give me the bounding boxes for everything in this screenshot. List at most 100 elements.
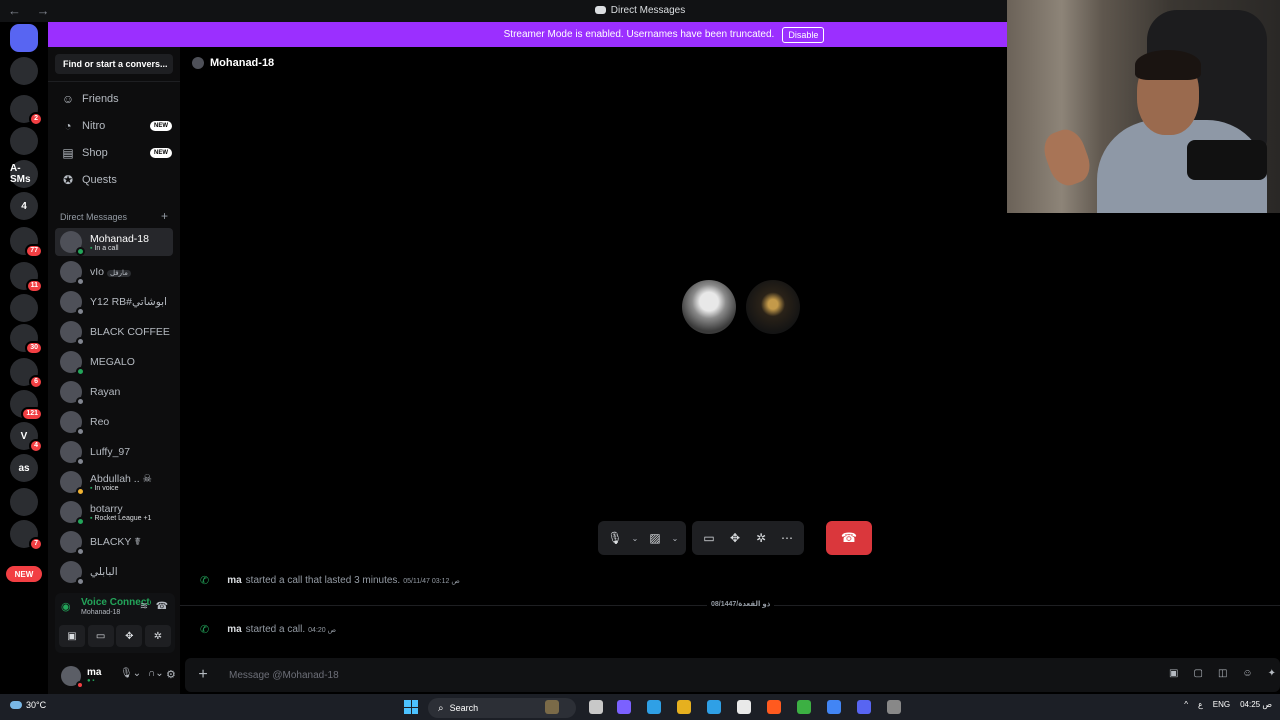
edge-icon[interactable] <box>647 700 661 714</box>
voice-channel[interactable]: Mohanad-18 <box>81 609 120 616</box>
dm-item[interactable]: Rayan <box>55 378 173 406</box>
server-icon[interactable]: 11 <box>10 262 43 293</box>
camera-off-icon[interactable]: ▣ <box>59 625 85 647</box>
soundboard-icon[interactable]: ✲ <box>144 625 171 647</box>
nav-nitro[interactable]: ◔ Nitro NEW <box>56 115 172 137</box>
call-participant-avatar[interactable] <box>682 280 736 334</box>
divider <box>48 81 180 82</box>
brave-icon[interactable] <box>767 700 781 714</box>
dm-item[interactable]: Luffy_97 <box>55 438 173 466</box>
activities-icon[interactable]: ✥ <box>116 625 143 647</box>
chevron-down-icon[interactable]: ⌄ <box>630 534 640 543</box>
find-conversation-button[interactable]: Find or start a convers... <box>55 54 173 74</box>
server-icon[interactable]: 7 <box>10 520 43 551</box>
disconnect-button[interactable]: ☎ <box>826 521 872 555</box>
server-icon[interactable]: 121 <box>10 390 43 421</box>
attach-icon[interactable]: + <box>185 666 221 684</box>
chrome-icon[interactable] <box>827 700 841 714</box>
message-input[interactable]: Message @Mohanad-18 <box>229 670 339 681</box>
start-button[interactable] <box>404 700 418 714</box>
headphones-icon[interactable]: ∩⌄ <box>148 668 164 679</box>
microphone-icon[interactable]: 🎙︎ <box>604 527 626 549</box>
nav-shop[interactable]: ▤ Shop NEW <box>56 142 172 164</box>
message-author[interactable]: ma <box>227 624 241 635</box>
dm-item[interactable]: Reo <box>55 408 173 436</box>
server-icon[interactable] <box>10 488 38 516</box>
server-icon[interactable]: V4 <box>10 422 43 453</box>
server-icon[interactable]: as <box>10 454 38 482</box>
new-badge[interactable]: NEW <box>6 566 42 582</box>
dm-item[interactable]: Y12 RB#ابوشاتي <box>55 288 173 316</box>
store-icon[interactable] <box>737 700 751 714</box>
dm-name: MEGALO <box>90 356 135 368</box>
tray-item[interactable]: ENG <box>1213 700 1230 709</box>
server-list: 2 A-SMs 4 77 11 30 6 121 V 4 as 7 NEW <box>0 22 48 694</box>
weather-icon <box>10 701 22 709</box>
tray-item[interactable]: ^ <box>1184 700 1188 709</box>
apps-icon[interactable]: ✦ <box>1268 668 1276 679</box>
screen-share-icon[interactable]: ▭ <box>87 625 114 647</box>
call-participant-avatar[interactable] <box>746 280 800 334</box>
emoji-icon[interactable]: ☺ <box>1242 668 1252 679</box>
server-icon[interactable]: 4 <box>10 192 38 220</box>
server-icon[interactable]: A-SMs <box>10 160 38 188</box>
mention-badge: 121 <box>21 407 43 421</box>
sticker-icon[interactable]: ◫ <box>1218 668 1227 679</box>
file-icon[interactable] <box>589 700 603 714</box>
create-dm-icon[interactable]: + <box>161 210 168 222</box>
xbox-icon[interactable] <box>797 700 811 714</box>
dm-name: Luffy_97 <box>90 446 130 458</box>
dm-info: Reo <box>90 416 109 428</box>
server-icon[interactable]: 2 <box>10 95 43 126</box>
dm-item[interactable]: BLACKY ☤ <box>55 528 173 556</box>
server-icon[interactable]: 30 <box>10 324 43 355</box>
widget-icon[interactable] <box>545 700 559 714</box>
message-timestamp: 05/11/47 03:12 ص <box>403 577 460 585</box>
copilot-icon[interactable] <box>617 700 631 714</box>
nav-friends[interactable]: ☺ Friends <box>56 88 172 110</box>
webcam-microphone <box>1187 140 1267 180</box>
dm-item[interactable]: Abdullah .. ☠ ▪ In voice <box>55 468 173 496</box>
signal-icon[interactable]: ◉ <box>61 600 71 613</box>
dm-item[interactable]: botarry ▪ Rocket League +1 <box>55 498 173 526</box>
nitro-icon: ◔ <box>64 119 72 133</box>
user-name-block[interactable]: ma ● ▪ <box>87 667 101 684</box>
noise-suppression-icon[interactable]: ≋ <box>137 599 151 613</box>
more-icon[interactable]: ⋯ <box>776 527 798 549</box>
server-icon[interactable] <box>10 57 38 85</box>
folder-icon[interactable] <box>677 700 691 714</box>
gif-icon[interactable]: ▢ <box>1193 668 1202 679</box>
tray-item[interactable]: 04:25 ص <box>1240 700 1272 709</box>
server-icon[interactable] <box>10 127 38 155</box>
dm-item[interactable]: MEGALO <box>55 348 173 376</box>
tray-item[interactable]: ع <box>1198 700 1203 709</box>
activities-icon[interactable]: ✥ <box>724 527 746 549</box>
dm-item[interactable]: Mohanad-18 ▪ In a call <box>55 228 173 256</box>
dm-name-text: Abdullah .. ☠ <box>90 472 152 485</box>
nav-quests[interactable]: ✪ Quests <box>56 169 172 191</box>
gift-icon[interactable]: ▣ <box>1169 668 1178 679</box>
edge-dev-icon[interactable] <box>707 700 721 714</box>
discord-icon[interactable] <box>857 700 871 714</box>
dm-name-text: Rayan <box>90 386 121 398</box>
message-author[interactable]: ma <box>227 575 241 586</box>
dm-item[interactable]: BLACK COFFEE <box>55 318 173 346</box>
mic-icon[interactable]: 🎙︎⌄ <box>120 668 141 679</box>
server-icon[interactable]: 6 <box>10 358 43 389</box>
discord-home-icon[interactable] <box>10 24 38 52</box>
avatar[interactable] <box>61 665 84 689</box>
server-icon[interactable] <box>10 294 38 322</box>
camera-off-icon[interactable]: ▨ <box>644 527 666 549</box>
settings-gear-icon[interactable]: ⚙ <box>166 668 176 681</box>
obs-icon[interactable] <box>887 700 901 714</box>
dm-item[interactable]: البابلي <box>55 558 173 586</box>
weather-widget[interactable]: 30°C <box>10 700 46 710</box>
screen-share-icon[interactable]: ▭ <box>698 527 720 549</box>
chevron-down-icon[interactable]: ⌄ <box>670 534 680 543</box>
soundboard-icon[interactable]: ✲ <box>750 527 772 549</box>
dm-activity: ▪ Rocket League +1 <box>90 515 151 522</box>
dm-item[interactable]: vIo مارفل <box>55 258 173 286</box>
disable-streamer-mode-button[interactable]: Disable <box>782 26 825 43</box>
disconnect-icon[interactable]: ☎ <box>155 599 169 613</box>
server-icon[interactable]: 77 <box>10 227 43 258</box>
